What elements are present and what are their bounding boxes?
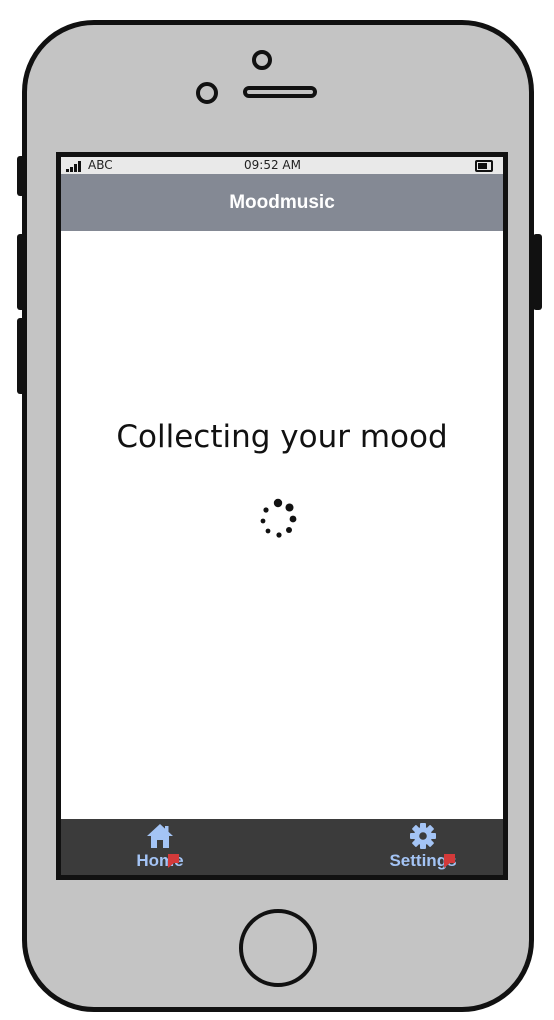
nav-bar: Moodmusic	[61, 174, 503, 231]
carrier-label: ABC	[88, 158, 113, 172]
tab-settings[interactable]: Settings	[368, 819, 478, 875]
phone-screen: ABC 09:52 AM Moodmusic Collecting your m…	[56, 152, 508, 880]
loading-spinner-icon	[260, 498, 297, 538]
proximity-sensor	[196, 82, 218, 104]
front-camera	[252, 50, 272, 70]
gear-icon	[410, 823, 436, 849]
volume-up-button	[17, 234, 26, 310]
tab-home[interactable]: Home	[105, 819, 215, 875]
main-content: Collecting your mood	[61, 231, 503, 824]
status-time: 09:52 AM	[244, 158, 301, 172]
loading-message: Collecting your mood	[116, 419, 448, 455]
power-button	[533, 234, 542, 310]
tab-settings-label: Settings	[389, 851, 457, 870]
mute-switch	[17, 156, 26, 196]
signal-icon	[66, 160, 84, 172]
status-bar: ABC 09:52 AM	[61, 157, 503, 174]
earpiece-speaker	[243, 86, 317, 98]
volume-down-button	[17, 318, 26, 394]
home-button[interactable]	[239, 909, 317, 987]
page-title: Moodmusic	[229, 192, 335, 213]
battery-icon	[475, 160, 493, 172]
tab-home-label: Home	[136, 851, 184, 870]
home-icon	[147, 824, 173, 848]
tab-bar: Home Settings	[61, 819, 503, 875]
annotation-flag-icon	[444, 854, 455, 868]
annotation-flag-icon	[168, 854, 179, 868]
